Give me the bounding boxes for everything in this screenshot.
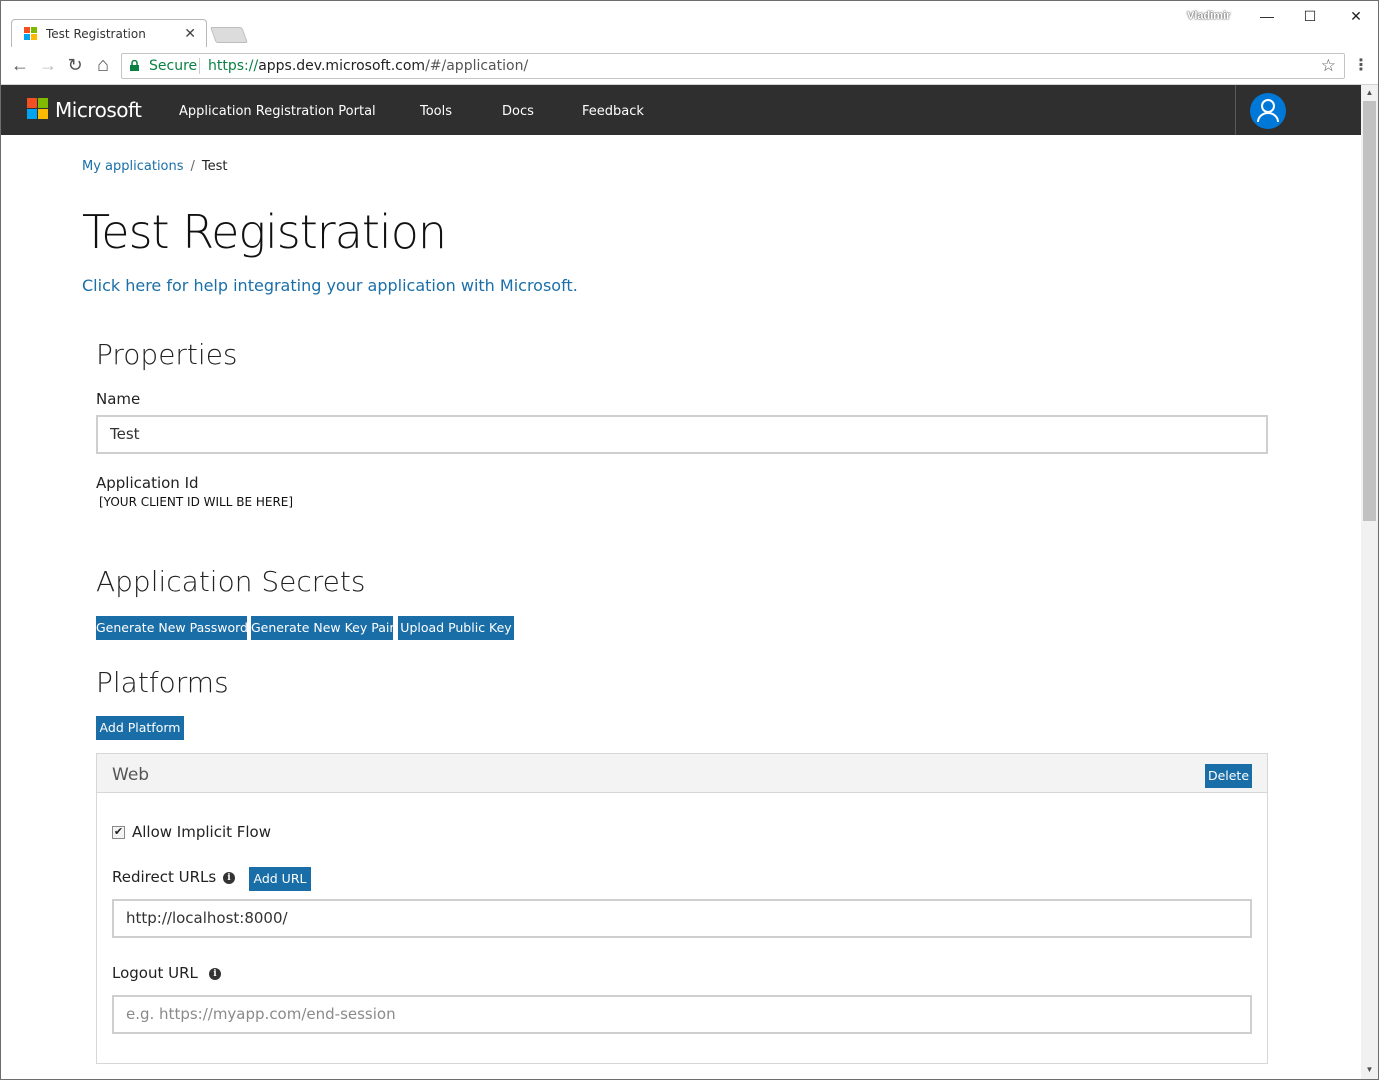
delete-platform-button[interactable]: Delete: [1205, 764, 1252, 788]
logout-url-input[interactable]: e.g. https://myapp.com/end-session: [112, 995, 1252, 1034]
browser-titlebar: Test Registration ✕ Vladimir — ☐ ✕: [1, 1, 1378, 48]
tab-close-icon[interactable]: ✕: [184, 25, 196, 42]
breadcrumb-separator: /: [190, 159, 195, 174]
help-link[interactable]: Click here for help integrating your app…: [82, 276, 578, 295]
page-title: Test Registration: [82, 205, 447, 259]
nav-portal[interactable]: Application Registration Portal: [179, 104, 376, 119]
name-input[interactable]: Test: [96, 415, 1268, 454]
new-tab-button[interactable]: [210, 27, 248, 43]
redirect-url-input[interactable]: http://localhost:8000/: [112, 899, 1252, 938]
add-url-button[interactable]: Add URL: [249, 867, 311, 891]
application-secrets-heading: Application Secrets: [96, 565, 366, 598]
properties-heading: Properties: [96, 338, 238, 371]
browser-toolbar: ← → ↻ ⌂ Secure https://apps.dev.microsof…: [1, 47, 1378, 85]
maximize-button[interactable]: ☐: [1287, 5, 1333, 29]
redirect-info-icon[interactable]: i: [223, 872, 235, 884]
upload-public-key-button[interactable]: Upload Public Key: [398, 616, 514, 640]
back-icon[interactable]: ←: [9, 55, 31, 75]
secure-label: Secure: [149, 58, 198, 74]
application-id-label: Application Id: [96, 474, 199, 492]
allow-implicit-flow-checkbox[interactable]: ✔: [112, 826, 125, 839]
redirect-urls-label: Redirect URLs: [112, 868, 217, 886]
breadcrumb: My applications / Test: [82, 159, 228, 174]
url-host: apps.dev.microsoft.com: [258, 58, 426, 74]
url-path: /#/application/: [425, 58, 529, 74]
minimize-button[interactable]: —: [1244, 5, 1290, 29]
nav-docs[interactable]: Docs: [502, 104, 534, 119]
scroll-thumb[interactable]: [1363, 101, 1376, 521]
generate-new-key-pair-button[interactable]: Generate New Key Pair: [251, 616, 394, 640]
profile-name[interactable]: Vladimir: [1187, 10, 1230, 22]
scroll-up-icon[interactable]: ▲: [1361, 88, 1378, 97]
scroll-down-icon[interactable]: ▼: [1361, 1065, 1378, 1074]
microsoft-logo-icon[interactable]: [27, 98, 49, 120]
forward-icon[interactable]: →: [37, 55, 59, 75]
site-header: Microsoft Application Registration Porta…: [1, 85, 1361, 135]
web-platform-panel: Web Delete ✔ Allow Implicit Flow Redirec…: [96, 753, 1268, 1064]
browser-window: Test Registration ✕ Vladimir — ☐ ✕ ← → ↻…: [0, 0, 1379, 1080]
bookmark-star-icon[interactable]: ☆: [1321, 56, 1336, 76]
add-platform-button[interactable]: Add Platform: [96, 716, 184, 740]
breadcrumb-my-applications[interactable]: My applications: [82, 159, 184, 174]
browser-menu-icon[interactable]: ⋮: [1353, 57, 1369, 75]
url-scheme: https://: [208, 58, 259, 74]
header-divider: [1235, 85, 1236, 135]
application-id-value: [YOUR CLIENT ID WILL BE HERE]: [99, 495, 294, 509]
web-platform-title: Web: [112, 765, 150, 785]
nav-feedback[interactable]: Feedback: [582, 104, 644, 119]
reload-icon[interactable]: ↻: [64, 55, 86, 75]
url-text[interactable]: https://apps.dev.microsoft.com/#/applica…: [208, 58, 528, 74]
lock-icon: [130, 60, 139, 71]
close-window-button[interactable]: ✕: [1333, 5, 1378, 29]
page-scrollbar[interactable]: ▲ ▼: [1361, 85, 1378, 1079]
address-bar[interactable]: Secure https://apps.dev.microsoft.com/#/…: [121, 53, 1345, 79]
allow-implicit-flow-label[interactable]: Allow Implicit Flow: [132, 823, 271, 841]
browser-tab[interactable]: Test Registration ✕: [11, 19, 207, 48]
breadcrumb-current: Test: [201, 159, 228, 174]
platforms-heading: Platforms: [96, 666, 229, 699]
page-viewport: Microsoft Application Registration Porta…: [1, 85, 1361, 1079]
tab-title: Test Registration: [46, 27, 146, 41]
logout-info-icon[interactable]: i: [209, 968, 221, 980]
name-label: Name: [96, 390, 141, 408]
brand-name[interactable]: Microsoft: [55, 98, 142, 122]
address-divider: [199, 58, 200, 74]
nav-tools[interactable]: Tools: [420, 104, 452, 119]
web-platform-header: Web Delete: [97, 754, 1267, 793]
home-icon[interactable]: ⌂: [92, 55, 114, 75]
generate-new-password-button[interactable]: Generate New Password: [96, 616, 248, 640]
logout-url-label: Logout URL: [112, 964, 198, 982]
microsoft-favicon-icon: [24, 27, 38, 41]
user-avatar-icon[interactable]: [1250, 93, 1286, 129]
